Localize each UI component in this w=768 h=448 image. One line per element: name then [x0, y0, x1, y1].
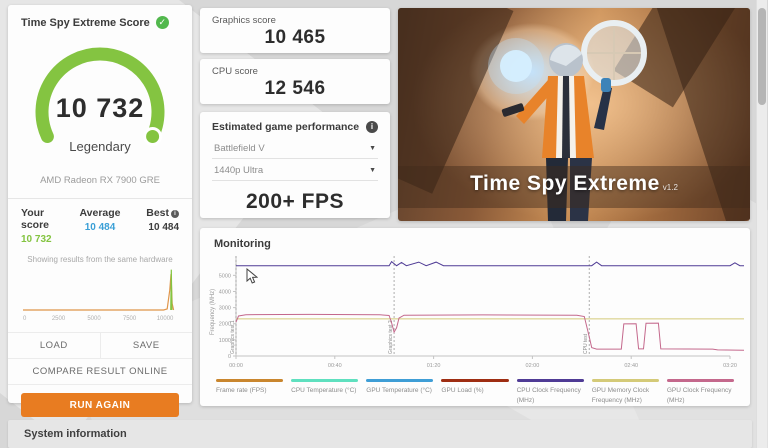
- chevron-down-icon: ▼: [369, 145, 376, 152]
- y-tick-label: 5000: [219, 273, 231, 279]
- legend-label: Frame rate (FPS): [216, 387, 267, 394]
- x-tick-label: 03:20: [723, 363, 737, 369]
- game-performance-title: Estimated game performance: [212, 121, 360, 133]
- load-save-row: LOAD SAVE: [8, 332, 192, 359]
- legend-label: CPU Temperature (°C): [291, 387, 357, 394]
- event-label: CPU test: [583, 333, 589, 354]
- benchmark-hero-image: Time Spy Extreme v1.2: [398, 8, 750, 221]
- save-button[interactable]: SAVE: [101, 333, 193, 358]
- legend-swatch: [516, 379, 584, 382]
- legend-item[interactable]: GPU Load (%): [437, 379, 512, 406]
- x-tick-label: 00:00: [229, 363, 243, 369]
- scrollbar-thumb[interactable]: [758, 8, 766, 105]
- graphics-score-card: Graphics score 10 465: [200, 8, 390, 53]
- monitoring-panel: Monitoring 0 1000 2000 3000 4000 5000 Frequenc…: [200, 228, 750, 406]
- estimated-fps: 200+ FPS: [246, 190, 344, 213]
- x-tick-label: 02:00: [526, 363, 540, 369]
- score-distribution-chart: 0 2500 5000 7500 10000: [23, 269, 175, 322]
- compare-result-online-button[interactable]: COMPARE RESULT ONLINE: [8, 359, 192, 385]
- legend-item[interactable]: CPU Temperature (°C): [287, 379, 362, 406]
- legend-label: GPU Clock Frequency (MHz): [666, 387, 732, 404]
- hist-xtick: 5000: [87, 316, 101, 322]
- x-tick-label: 01:20: [427, 363, 441, 369]
- legend-label: GPU Temperature (°C): [366, 387, 432, 394]
- monitoring-title: Monitoring: [214, 238, 271, 250]
- hist-xtick: 2500: [52, 316, 66, 322]
- stat-average: Average 10 484: [79, 207, 121, 233]
- cpu-score-label: CPU score: [212, 66, 258, 77]
- hist-series-your-score-marker: [170, 269, 173, 311]
- graphics-score-label: Graphics score: [212, 15, 276, 26]
- system-information-bar[interactable]: System information: [8, 420, 752, 448]
- legend-swatch: [291, 379, 359, 382]
- hardware-name: AMD Radeon RX 7900 GRE: [40, 175, 160, 186]
- game-performance-card: Estimated game performance i Battlefield…: [200, 112, 390, 218]
- score-stats: Your score 10 732 Average 10 484 Best i 1…: [8, 199, 192, 245]
- game-select[interactable]: Battlefield V ▼: [212, 137, 378, 159]
- legend-swatch: [216, 379, 284, 382]
- legend-item[interactable]: Frame rate (FPS): [212, 379, 287, 406]
- y-axis-label: Frequency (MHz): [210, 289, 216, 335]
- mouse-cursor: [246, 268, 258, 284]
- event-label: Graphics test 2: [388, 320, 394, 354]
- series-GPU Clock Frequency (MHz): [235, 313, 744, 351]
- stat-your-score: Your score 10 732: [21, 207, 52, 245]
- score-panel: Time Spy Extreme Score ✓ 10 732 Legendar…: [8, 5, 192, 417]
- hist-series-same-hardware-distribution: [23, 273, 175, 311]
- legend-swatch: [441, 379, 509, 382]
- hist-xtick: 10000: [157, 316, 174, 322]
- graphics-score-value: 10 465: [264, 27, 326, 48]
- hist-xtick: 0: [23, 316, 27, 322]
- valid-result-check-icon: ✓: [155, 16, 169, 29]
- legend-label: GPU Memory Clock Frequency (MHz): [591, 387, 650, 404]
- score-grade: Legendary: [69, 139, 131, 154]
- hist-xtick: 7500: [123, 316, 137, 322]
- hero-title: Time Spy Extreme: [470, 172, 660, 195]
- monitoring-chart[interactable]: 010002000300040005000Frequency (MHz)00:0…: [206, 252, 744, 378]
- overall-score: 10 732: [55, 93, 145, 123]
- legend-swatch: [366, 379, 434, 382]
- stat-best: Best i 10 484: [146, 207, 180, 233]
- y-tick-label: 4000: [219, 289, 231, 295]
- score-panel-title: Time Spy Extreme Score: [21, 16, 150, 29]
- histogram-note: Showing results from the same hardware: [27, 255, 173, 264]
- y-tick-label: 3000: [219, 306, 231, 312]
- score-gauge: 10 732 Legendary: [8, 35, 192, 163]
- legend-swatch: [666, 379, 734, 382]
- cpu-score-value: 12 546: [264, 78, 326, 99]
- x-tick-label: 02:40: [624, 363, 638, 369]
- hero-title-wrap: Time Spy Extreme v1.2: [398, 172, 750, 196]
- app-window: Time Spy Extreme Score ✓ 10 732 Legendar…: [0, 0, 768, 448]
- legend-item[interactable]: GPU Memory Clock Frequency (MHz): [588, 379, 663, 406]
- page-scrollbar[interactable]: [756, 0, 767, 448]
- cpu-score-card: CPU score 12 546: [200, 59, 390, 104]
- legend-item[interactable]: CPU Clock Frequency (MHz): [513, 379, 588, 406]
- legend-label: CPU Clock Frequency (MHz): [516, 387, 581, 404]
- info-icon[interactable]: i: [366, 121, 378, 133]
- series-CPU Clock Frequency (MHz): [236, 260, 744, 267]
- run-again-button[interactable]: RUN AGAIN: [21, 393, 179, 417]
- legend-label: GPU Load (%): [441, 387, 484, 394]
- load-button[interactable]: LOAD: [8, 333, 101, 358]
- legend-item[interactable]: GPU Clock Frequency (MHz): [663, 379, 738, 406]
- event-label: Graphics test 1: [230, 320, 236, 354]
- preset-select[interactable]: 1440p Ultra ▼: [212, 159, 378, 181]
- system-information-label: System information: [24, 428, 127, 440]
- monitoring-legend: Frame rate (FPS) CPU Temperature (°C) GPU …: [200, 379, 750, 406]
- chevron-down-icon: ▼: [369, 167, 376, 174]
- x-tick-label: 00:40: [328, 363, 342, 369]
- best-info-icon[interactable]: i: [171, 210, 180, 218]
- hero-version: v1.2: [662, 183, 678, 192]
- legend-swatch: [591, 379, 659, 382]
- legend-item[interactable]: GPU Temperature (°C): [362, 379, 437, 406]
